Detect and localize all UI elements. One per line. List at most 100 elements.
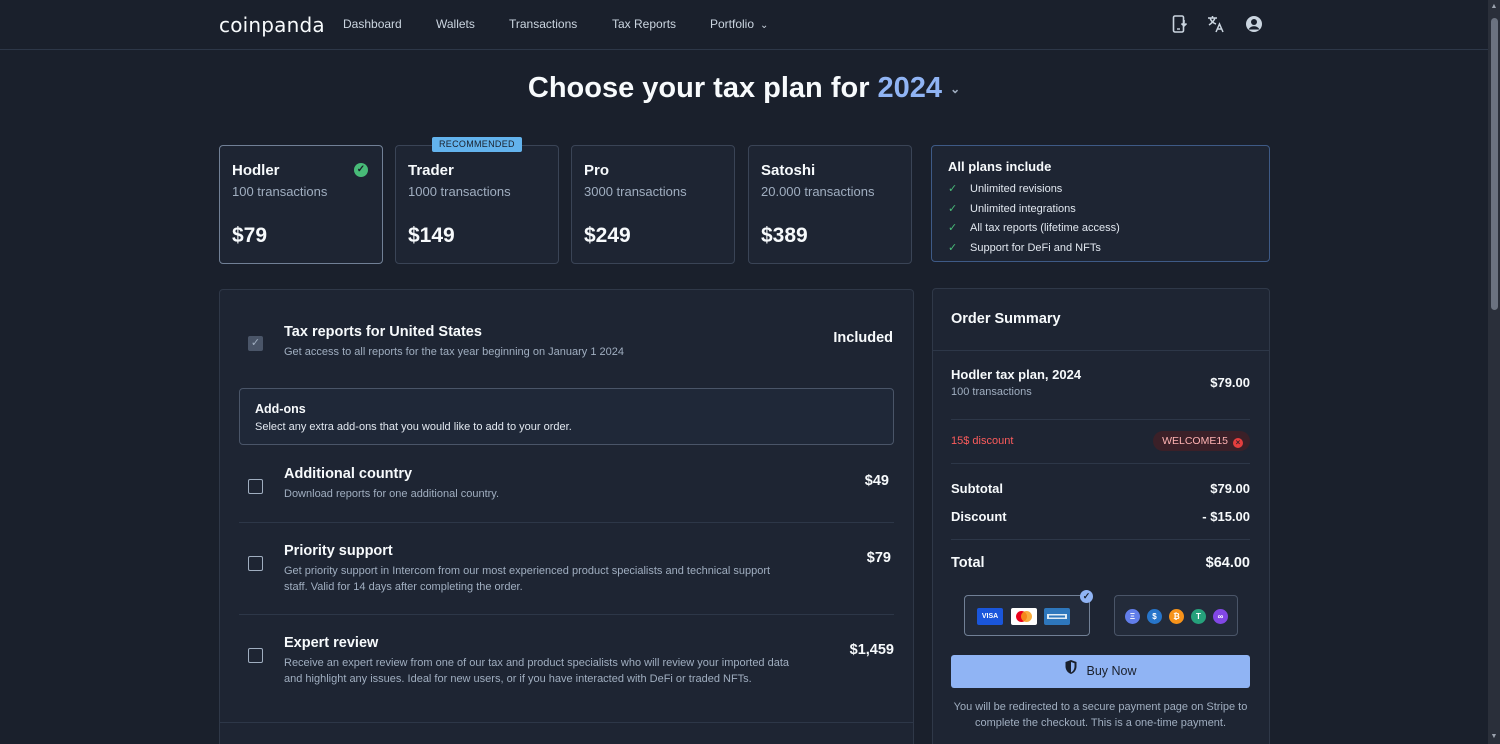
list-item: ✓ All tax reports (lifetime access) [948, 219, 1120, 239]
plan-transactions: 1000 transactions [408, 184, 511, 199]
additional-country-checkbox[interactable] [248, 479, 263, 494]
check-circle-icon: ✓ [354, 163, 368, 177]
plan-price: $149 [408, 224, 455, 247]
divider [933, 350, 1269, 351]
recommended-badge: RECOMMENDED [432, 137, 522, 152]
divider [239, 522, 894, 523]
subtotal-value: $79.00 [1210, 481, 1250, 496]
check-circle-icon: ✓ [1080, 590, 1093, 603]
check-icon: ✓ [948, 242, 958, 255]
divider [951, 539, 1250, 540]
check-icon: ✓ [948, 183, 958, 195]
ethereum-icon: Ξ [1125, 609, 1140, 624]
addons-title: Add-ons [255, 402, 306, 416]
order-options-panel: ✓ Tax reports for United States Get acce… [219, 289, 914, 744]
plan-line-title: Hodler tax plan, 2024 [951, 367, 1082, 382]
tax-report-checkbox: ✓ [248, 336, 263, 351]
plan-line-sub: 100 transactions [951, 386, 1032, 398]
title-prefix: Choose your tax plan for [527, 72, 870, 104]
list-item: ✓ Support for DeFi and NFTs [948, 239, 1120, 259]
addon-desc: Receive an expert review from one of our… [284, 657, 790, 685]
divider [951, 463, 1250, 464]
plan-transactions: 3000 transactions [584, 184, 687, 199]
chevron-down-icon: ⌄ [760, 20, 769, 31]
translate-icon[interactable] [1206, 14, 1226, 34]
addons-header: Add-ons Select any extra add-ons that yo… [239, 388, 894, 445]
nav-link-portfolio[interactable]: Portfolio ⌄ [710, 17, 768, 31]
include-label: Unlimited revisions [970, 183, 1063, 195]
include-label: All tax reports (lifetime access) [970, 222, 1120, 235]
include-label: Unlimited integrations [970, 202, 1076, 215]
addon-title: Expert review [284, 635, 379, 651]
list-item: ✓ Unlimited integrations [948, 200, 1120, 220]
coupon-badge: WELCOME15 × [1153, 431, 1250, 451]
plan-name: Hodler [232, 162, 280, 179]
includes-title: All plans include [948, 159, 1052, 174]
divider [951, 419, 1250, 420]
scroll-up-icon[interactable]: ▲ [1490, 3, 1498, 11]
account-icon[interactable] [1244, 14, 1264, 34]
expert-review-checkbox[interactable] [248, 648, 263, 663]
total-label: Total [951, 555, 985, 571]
scroll-down-icon[interactable]: ▼ [1490, 733, 1498, 741]
buy-now-label: Buy Now [1086, 664, 1137, 678]
included-label: Included [833, 330, 893, 346]
include-label: Support for DeFi and NFTs [970, 242, 1101, 255]
nav-link-wallets[interactable]: Wallets [436, 17, 475, 31]
discount-value: - $15.00 [1202, 509, 1250, 524]
plan-line-price: $79.00 [1210, 375, 1250, 390]
visa-icon: VISA [977, 608, 1003, 625]
includes-list: ✓ Unlimited revisions ✓ Unlimited integrat… [948, 180, 1120, 259]
nav-link-dashboard[interactable]: Dashboard [343, 17, 402, 31]
remove-coupon-icon[interactable]: × [1233, 438, 1243, 448]
plan-name: Pro [584, 162, 610, 179]
addon-title: Priority support [284, 543, 393, 559]
discount-label: 15$ discount [951, 435, 1014, 447]
check-icon: ✓ [948, 222, 958, 235]
polygon-icon: ∞ [1213, 609, 1228, 624]
page-title: Choose your tax plan for 2024 ⌄ [0, 72, 1488, 105]
subtotal-label: Subtotal [951, 481, 1003, 496]
mobile-download-icon[interactable] [1170, 14, 1190, 34]
plan-price: $79 [232, 224, 268, 247]
year-selector[interactable]: 2024 [878, 72, 943, 104]
divider [220, 722, 913, 723]
scrollbar-thumb[interactable] [1491, 18, 1498, 310]
addon-price: $1,459 [849, 642, 894, 658]
plan-price: $249 [584, 224, 631, 247]
nav-link-portfolio-label: Portfolio [710, 17, 755, 31]
redirect-note: You will be redirected to a secure payme… [953, 701, 1248, 729]
chevron-down-icon[interactable]: ⌄ [950, 82, 960, 96]
crypto-payment-option[interactable]: Ξ $ ₿ T ∞ [1114, 595, 1238, 636]
addons-desc: Select any extra add-ons that you would … [255, 421, 572, 433]
plan-name: Trader [408, 162, 454, 179]
nav-link-tax-reports[interactable]: Tax Reports [612, 17, 676, 31]
buy-now-button[interactable]: Buy Now [951, 655, 1250, 688]
plan-transactions: 100 transactions [232, 184, 328, 199]
amex-icon [1044, 608, 1070, 625]
addon-desc: Get priority support in Intercom from ou… [284, 565, 771, 593]
addon-desc: Download reports for one additional coun… [284, 488, 500, 500]
top-nav: coinpanda Dashboard Wallets Transactions… [0, 0, 1488, 50]
tax-report-title: Tax reports for United States [284, 324, 482, 340]
plan-name: Satoshi [761, 162, 816, 179]
check-icon: ✓ [948, 202, 958, 215]
plan-card-hodler[interactable]: Hodler ✓ 100 transactions $79 [219, 145, 383, 264]
plan-card-satoshi[interactable]: Satoshi 20.000 transactions $389 [748, 145, 912, 264]
total-value: $64.00 [1205, 555, 1250, 571]
plan-card-pro[interactable]: Pro 3000 transactions $249 [571, 145, 735, 264]
plan-price: $389 [761, 224, 808, 247]
usdc-icon: $ [1147, 609, 1162, 624]
priority-support-checkbox[interactable] [248, 556, 263, 571]
tether-icon: T [1191, 609, 1206, 624]
addon-price: $79 [866, 550, 891, 566]
mastercard-icon [1011, 608, 1037, 625]
logo[interactable]: coinpanda [219, 13, 325, 37]
coupon-code: WELCOME15 [1162, 435, 1228, 447]
plan-card-trader[interactable]: RECOMMENDED Trader 1000 transactions $14… [395, 137, 559, 264]
discount-row-label: Discount [951, 509, 1007, 524]
card-payment-option[interactable]: ✓ VISA [964, 590, 1093, 636]
order-summary: Order Summary Hodler tax plan, 2024 100 … [932, 288, 1270, 744]
nav-link-transactions[interactable]: Transactions [509, 17, 577, 31]
addon-title: Additional country [284, 466, 413, 482]
